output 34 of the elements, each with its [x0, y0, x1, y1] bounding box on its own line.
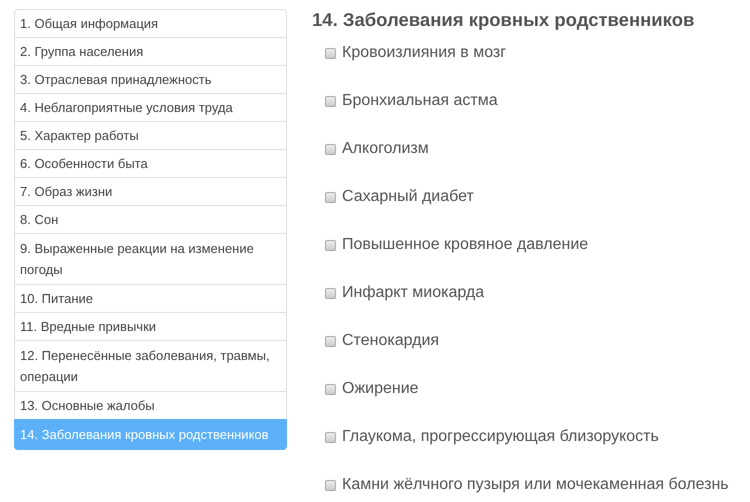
- sidebar-item[interactable]: 9. Выраженные реакции на изменение погоды: [14, 233, 287, 285]
- checkbox[interactable]: [325, 432, 336, 442]
- sidebar-item[interactable]: 13. Основные жалобы: [14, 391, 287, 420]
- checkbox-label: Ожирение: [342, 379, 419, 399]
- sidebar-item[interactable]: 1. Общая информация: [14, 9, 287, 38]
- checkbox[interactable]: [325, 288, 336, 298]
- checkbox-label: Алкоголизм: [342, 139, 429, 159]
- checkbox-label: Кровоизлияния в мозг: [342, 43, 506, 63]
- sidebar-item[interactable]: 6. Особенности быта: [14, 149, 287, 178]
- sidebar-item[interactable]: 11. Вредные привычки: [14, 312, 287, 341]
- checkbox-label: Сахарный диабет: [342, 187, 474, 207]
- checkbox-label: Глаукома, прогрессирующая близорукость: [342, 427, 659, 447]
- checkbox-label: Стенокардия: [342, 331, 440, 351]
- checkbox[interactable]: [325, 48, 336, 58]
- sidebar-item[interactable]: 7. Образ жизни: [14, 177, 287, 206]
- checkbox-label: Повышенное кровяное давление: [342, 235, 588, 255]
- checkbox-label: Камни жёлчного пузыря или мочекаменная болезнь: [342, 475, 729, 493]
- section-title: 14. Заболевания кровных родственников: [312, 9, 696, 31]
- checkbox[interactable]: [325, 96, 336, 106]
- sidebar-item[interactable]: 5. Характер работы: [14, 121, 287, 150]
- sidebar-item[interactable]: 12. Перенесённые заболевания, травмы, операции: [14, 340, 287, 392]
- sidebar-item[interactable]: 2. Группа населения: [14, 37, 287, 66]
- checkbox[interactable]: [325, 336, 336, 346]
- sidebar-item[interactable]: 10. Питание: [14, 284, 287, 313]
- checkbox[interactable]: [325, 144, 336, 154]
- sidebar-item[interactable]: 3. Отраслевая принадлежность: [14, 65, 287, 94]
- checkbox-label: Инфаркт миокарда: [342, 283, 484, 303]
- checkbox-label: Бронхиальная астма: [342, 91, 498, 111]
- sidebar-item[interactable]: 8. Сон: [14, 205, 287, 234]
- checkbox[interactable]: [325, 192, 336, 202]
- checkbox[interactable]: [325, 384, 336, 394]
- checkbox[interactable]: [325, 240, 336, 250]
- checkbox[interactable]: [325, 480, 336, 490]
- sidebar-item[interactable]: 4. Неблагоприятные условия труда: [14, 93, 287, 122]
